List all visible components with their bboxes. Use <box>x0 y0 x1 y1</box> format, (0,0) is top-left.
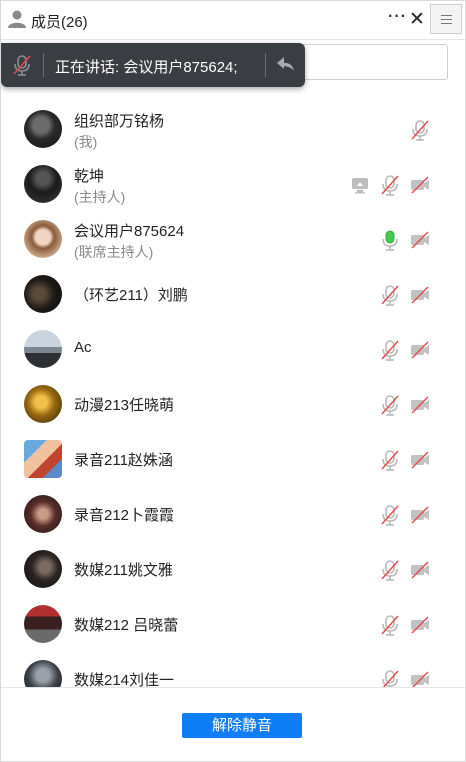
mic-muted-icon[interactable] <box>379 449 401 471</box>
member-role: (联席主持人) <box>74 244 154 260</box>
member-name: 数媒211姚文雅 <box>74 562 173 579</box>
divider <box>265 53 266 77</box>
member-row[interactable]: 数媒214刘佳一 <box>1 651 465 687</box>
member-row[interactable]: Ac <box>1 321 465 376</box>
camera-off-icon[interactable] <box>409 614 431 636</box>
member-name: 会议用户875624 <box>74 223 185 240</box>
camera-off-icon[interactable] <box>409 284 431 306</box>
camera-off-icon[interactable] <box>409 669 431 687</box>
member-row[interactable]: 乾坤 (主持人) <box>1 156 465 211</box>
mic-muted-icon[interactable] <box>379 174 401 196</box>
camera-off-icon[interactable] <box>409 504 431 526</box>
mic-muted-icon[interactable] <box>379 339 401 361</box>
panel-title: 成员(26) <box>31 14 88 31</box>
member-name: 乾坤 <box>74 168 105 185</box>
member-row[interactable]: （环艺211）刘鹏 <box>1 266 465 321</box>
avatar <box>24 110 62 148</box>
screen-share-icon[interactable] <box>349 174 371 196</box>
camera-off-icon[interactable] <box>409 174 431 196</box>
camera-off-icon[interactable] <box>409 339 431 361</box>
member-row[interactable]: 组织部万铭杨 (我) <box>1 101 465 156</box>
member-row[interactable]: 数媒212 吕晓蕾 <box>1 596 465 651</box>
avatar <box>24 495 62 533</box>
divider <box>43 53 44 77</box>
mic-muted-icon[interactable] <box>11 53 33 77</box>
menu-button[interactable] <box>430 4 462 34</box>
member-name: 录音212卜霞霞 <box>74 507 175 524</box>
member-row[interactable]: 动漫213任晓萌 <box>1 376 465 431</box>
avatar <box>24 165 62 203</box>
member-name: 组织部万铭杨 <box>74 113 165 130</box>
speaking-indicator-bar: 正在讲话: 会议用户875624; <box>1 43 305 87</box>
mic-muted-icon[interactable] <box>379 504 401 526</box>
member-name: 动漫213任晓萌 <box>74 397 175 414</box>
member-row[interactable]: 录音211赵姝涵 <box>1 431 465 486</box>
member-role: (主持人) <box>74 189 126 205</box>
avatar <box>24 440 62 478</box>
member-row[interactable]: 录音212卜霞霞 <box>1 486 465 541</box>
member-list: 组织部万铭杨 (我) 乾坤 (主持人) 会议用户875624 (联席主持人) （环艺211）… <box>1 101 465 687</box>
member-row[interactable]: 数媒211姚文雅 <box>1 541 465 596</box>
member-row[interactable]: 会议用户875624 (联席主持人) <box>1 211 465 266</box>
member-name: 录音211赵姝涵 <box>74 452 173 469</box>
collapse-back-icon[interactable] <box>275 53 297 75</box>
camera-off-icon[interactable] <box>409 559 431 581</box>
avatar <box>24 550 62 588</box>
member-name: 数媒212 吕晓蕾 <box>74 617 179 634</box>
avatar <box>24 275 62 313</box>
member-name: Ac <box>74 339 92 356</box>
mic-active-icon[interactable] <box>379 229 401 251</box>
member-name: 数媒214刘佳一 <box>74 672 175 687</box>
panel-footer: 解除静音 <box>1 687 465 761</box>
mic-muted-icon[interactable] <box>379 614 401 636</box>
avatar <box>24 330 62 368</box>
close-button[interactable]: ✕ <box>409 8 425 31</box>
avatar <box>24 605 62 643</box>
mic-muted-icon[interactable] <box>379 284 401 306</box>
mic-muted-icon[interactable] <box>379 394 401 416</box>
menu-icon <box>441 15 452 16</box>
camera-off-icon[interactable] <box>409 449 431 471</box>
members-panel: 成员(26) ··· ✕ 正在讲话: 会议用户875624; 组织部万铭杨 (我)… <box>0 0 466 762</box>
avatar <box>24 220 62 258</box>
mic-muted-icon[interactable] <box>379 559 401 581</box>
more-options-button[interactable]: ··· <box>388 8 407 26</box>
unmute-all-button[interactable]: 解除静音 <box>182 713 302 738</box>
mic-muted-icon[interactable] <box>379 669 401 687</box>
mic-muted-icon[interactable] <box>409 119 431 141</box>
avatar <box>24 660 62 687</box>
avatar <box>24 385 62 423</box>
panel-header: 成员(26) ··· ✕ <box>1 1 465 40</box>
member-name: （环艺211）刘鹏 <box>74 287 188 304</box>
camera-off-icon[interactable] <box>409 394 431 416</box>
camera-off-icon[interactable] <box>409 229 431 251</box>
speaking-text: 正在讲话: 会议用户875624; <box>55 59 238 76</box>
member-role: (我) <box>74 134 98 150</box>
person-icon <box>8 10 26 28</box>
